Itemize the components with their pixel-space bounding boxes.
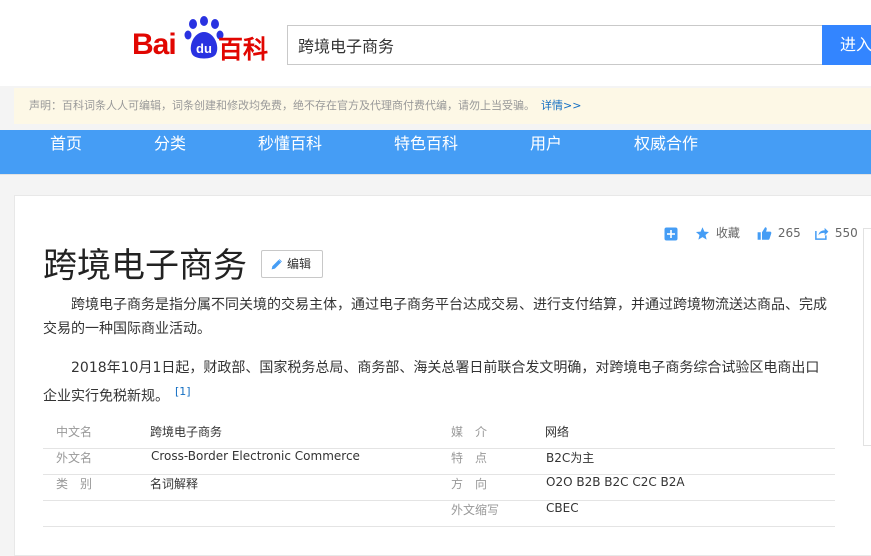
edit-button[interactable]: 编辑 bbox=[261, 250, 323, 278]
disclaimer-notice: 声明：百科词条人人可编辑，词条创建和修改均免费，绝不存在官方及代理商付费代编，请… bbox=[14, 88, 871, 124]
infobox-label: 中文名 bbox=[56, 425, 93, 439]
pencil-icon bbox=[271, 259, 282, 270]
infobox-label: 媒 介 bbox=[451, 425, 488, 439]
logo-bai-text: Bai bbox=[132, 28, 177, 61]
plus-box-icon bbox=[664, 227, 678, 240]
reference-link[interactable]: [1] bbox=[175, 385, 191, 398]
search-button[interactable]: 进入 bbox=[822, 25, 871, 65]
infobox-row: 类 别 名词解释 方 向 O2O B2B B2C C2C B2A bbox=[43, 475, 835, 501]
infobox-value: B2C为主 bbox=[546, 451, 595, 465]
infobox-value: O2O B2B B2C C2C B2A bbox=[546, 475, 685, 489]
side-panel bbox=[863, 228, 871, 446]
notice-text: 声明：百科词条人人可编辑，词条创建和修改均免费，绝不存在官方及代理商付费代编，请… bbox=[29, 99, 535, 112]
summary-paragraph-2-text: 2018年10月1日起，财政部、国家税务总局、商务部、海关总署日前联合发文明确，… bbox=[43, 360, 820, 405]
nav-item-category[interactable]: 分类 bbox=[154, 130, 186, 174]
nav-item-miaodong[interactable]: 秒懂百科 bbox=[258, 130, 322, 174]
infobox-row: 外文缩写 CBEC bbox=[43, 501, 835, 527]
share-count: 550 bbox=[834, 226, 858, 240]
star-icon bbox=[695, 227, 710, 240]
main-nav: 首页 分类 秒懂百科 特色百科 用户 权威合作 bbox=[0, 130, 871, 174]
nav-item-home[interactable]: 首页 bbox=[50, 130, 82, 174]
add-to-list-button[interactable] bbox=[664, 224, 678, 244]
infobox-label: 方 向 bbox=[451, 477, 488, 491]
thumbs-up-icon bbox=[757, 227, 772, 240]
like-button[interactable]: 265 bbox=[757, 224, 801, 244]
logo-baike-text: 百科 bbox=[218, 35, 269, 64]
summary-paragraph-1: 跨境电子商务是指分属不同关境的交易主体，通过电子商务平台达成交易、进行支付结算，… bbox=[43, 297, 827, 337]
summary-paragraph-2: 2018年10月1日起，财政部、国家税务总局、商务部、海关总署日前联合发文明确，… bbox=[43, 356, 833, 409]
infobox-value: CBEC bbox=[546, 501, 579, 515]
infobox-label: 外文缩写 bbox=[451, 503, 500, 517]
collect-label: 收藏 bbox=[715, 226, 740, 240]
baidu-baike-logo[interactable]: Bai du 百科 bbox=[130, 16, 270, 64]
header: Bai du 百科 进入 bbox=[0, 0, 871, 86]
infobox-label: 类 别 bbox=[56, 477, 93, 491]
nav-divider bbox=[0, 174, 871, 175]
infobox-row: 外文名 Cross-Border Electronic Commerce 特 点… bbox=[43, 449, 835, 475]
collect-button[interactable]: 收藏 bbox=[695, 224, 740, 244]
infobox-label: 外文名 bbox=[56, 451, 93, 465]
like-count: 265 bbox=[777, 226, 801, 240]
page-title: 跨境电子商务 bbox=[43, 246, 247, 286]
search-input[interactable] bbox=[288, 26, 822, 64]
nav-item-authority[interactable]: 权威合作 bbox=[634, 130, 698, 174]
nav-item-featured[interactable]: 特色百科 bbox=[394, 130, 458, 174]
infobox-value: 网络 bbox=[545, 425, 570, 439]
notice-more-link[interactable]: 详情>> bbox=[541, 99, 581, 112]
share-button[interactable]: 550 bbox=[814, 224, 858, 244]
share-icon bbox=[815, 227, 829, 240]
infobox-value: 跨境电子商务 bbox=[150, 425, 223, 439]
logo-du-text: du bbox=[196, 41, 212, 56]
infobox-row: 中文名 跨境电子商务 媒 介 网络 bbox=[43, 423, 835, 449]
nav-item-user[interactable]: 用户 bbox=[530, 130, 562, 174]
infobox-value: 名词解释 bbox=[150, 477, 199, 491]
infobox-label: 特 点 bbox=[451, 451, 488, 465]
edit-label: 编辑 bbox=[287, 257, 312, 271]
infobox-value: Cross-Border Electronic Commerce bbox=[151, 449, 360, 463]
search-box bbox=[287, 25, 823, 65]
